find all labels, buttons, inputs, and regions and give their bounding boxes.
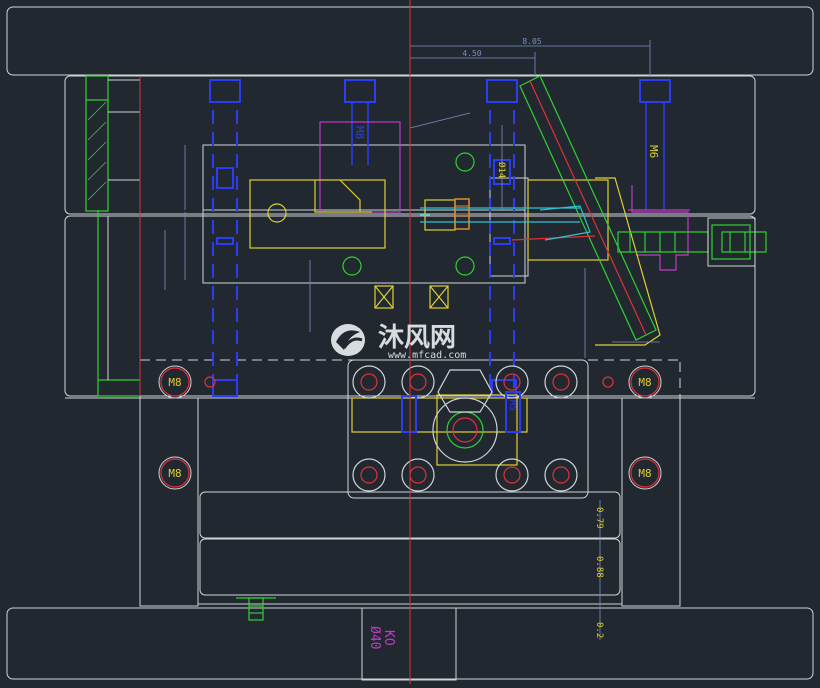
center-bolts bbox=[352, 365, 578, 492]
right-fitting bbox=[617, 224, 767, 260]
bolt-label-bl: M8 bbox=[168, 467, 181, 480]
mold-assembly-drawing: M8 M8 M8 M8 M8 M6 M5 8.05 4.50 Ø14 0.79 … bbox=[0, 0, 820, 684]
support-block-right bbox=[621, 397, 681, 607]
dim-right-2: 0.88 bbox=[594, 556, 604, 578]
dim-top-long: 8.05 bbox=[522, 37, 541, 46]
bolt-label-tr: M8 bbox=[638, 376, 651, 389]
cyan-shafts bbox=[420, 205, 591, 241]
bolt-label-br: M8 bbox=[638, 467, 651, 480]
dim-top-short: 4.50 bbox=[462, 49, 481, 58]
watermark-brand: 沐风网 bbox=[378, 323, 456, 353]
drawing-svg: M8 M8 M8 M8 M8 M6 M5 8.05 4.50 Ø14 0.79 … bbox=[6, 0, 814, 684]
left-hatch bbox=[87, 101, 107, 201]
screw-label-m6: M6 bbox=[647, 145, 660, 158]
guide-pins bbox=[212, 110, 515, 396]
watermark-logo bbox=[331, 324, 365, 356]
ko-diameter: Ø40 bbox=[367, 626, 382, 649]
ko-label: KO bbox=[381, 630, 396, 646]
left-steps bbox=[107, 79, 141, 380]
dim-right-3: 0.2 bbox=[594, 622, 604, 638]
watermark-url: www.mfcad.com bbox=[388, 350, 466, 361]
screw-label-m5: M5 bbox=[507, 400, 517, 411]
top-screws bbox=[351, 102, 665, 210]
screw-label-m8-top: M8 bbox=[353, 126, 366, 139]
dim-diameter: Ø14 bbox=[496, 162, 507, 178]
bolt-label-tl: M8 bbox=[168, 376, 181, 389]
left-green-strip bbox=[85, 75, 140, 397]
support-block-left bbox=[139, 397, 199, 607]
sprue-bushing bbox=[432, 369, 498, 463]
dim-right-1: 0.79 bbox=[594, 507, 604, 529]
ejector-rod bbox=[236, 597, 276, 621]
watermark: 沐风网 www.mfcad.com bbox=[331, 323, 466, 361]
slider-pin-hole bbox=[267, 203, 287, 223]
